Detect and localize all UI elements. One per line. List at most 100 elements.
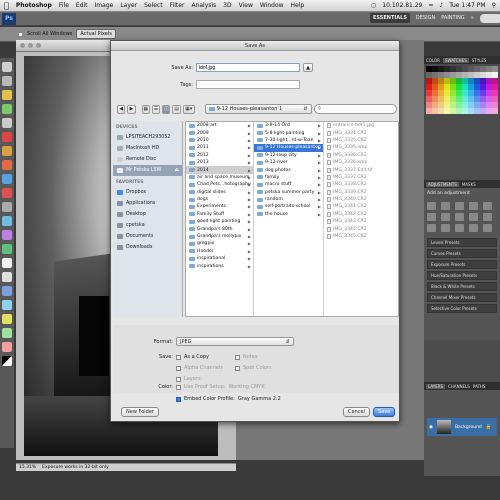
spotlight-icon[interactable]: ⚲ bbox=[492, 2, 496, 9]
sidebar-item-dropbox[interactable]: Dropbox bbox=[113, 187, 182, 198]
history-brush-icon[interactable] bbox=[2, 188, 12, 198]
layer-row[interactable]: ◉ Background 🔒 bbox=[427, 418, 497, 436]
threshold-icon[interactable] bbox=[455, 224, 464, 232]
save-as-input[interactable] bbox=[196, 63, 300, 72]
folder-row[interactable]: 2011 ▶ bbox=[186, 144, 253, 151]
brightness-icon[interactable] bbox=[427, 202, 436, 210]
file-row[interactable]: IMG_3335.CR2 bbox=[324, 137, 398, 144]
menu-help[interactable]: Help bbox=[291, 2, 305, 9]
list-view-button[interactable]: ☰ bbox=[151, 104, 161, 114]
swatch[interactable] bbox=[492, 108, 498, 114]
folder-row[interactable]: 2012 ▶ bbox=[186, 152, 253, 159]
sidebar-item-computer[interactable]: LPSITEACH293052 bbox=[113, 132, 182, 143]
eraser-tool-icon[interactable] bbox=[2, 202, 12, 212]
type-tool-icon[interactable] bbox=[2, 272, 12, 282]
tags-input[interactable] bbox=[196, 80, 300, 89]
gradient-tool-icon[interactable] bbox=[2, 216, 12, 226]
eyedropper-tool-icon[interactable] bbox=[2, 132, 12, 142]
sidebar-item-home[interactable]: cpetska bbox=[113, 220, 182, 231]
invert-icon[interactable] bbox=[427, 224, 436, 232]
coverflow-view-button[interactable]: ▤ bbox=[172, 104, 181, 114]
file-row[interactable]: IMG_3343.CR2 bbox=[324, 218, 398, 225]
color-swatches-icon[interactable] bbox=[2, 356, 12, 366]
menu-select[interactable]: Select bbox=[144, 2, 163, 9]
folder-row[interactable]: Chad Pets...hotography ▶ bbox=[186, 181, 253, 188]
sidebar-item-desktop[interactable]: Desktop bbox=[113, 209, 182, 220]
tab-styles[interactable]: STYLES bbox=[472, 58, 487, 63]
app-menu[interactable]: Photoshop bbox=[16, 2, 52, 9]
hand-tool-icon[interactable] bbox=[2, 328, 12, 338]
file-row[interactable]: IMG_3336.CR2 bbox=[324, 152, 398, 159]
folder-row[interactable]: family ▶ bbox=[254, 174, 323, 181]
hue-sat-icon[interactable] bbox=[427, 213, 436, 221]
icon-view-button[interactable]: ▦ bbox=[141, 104, 150, 114]
posterize-icon[interactable] bbox=[441, 224, 450, 232]
tab-layers[interactable]: LAYERS bbox=[426, 383, 446, 389]
menu-image[interactable]: Image bbox=[95, 2, 114, 9]
expand-dialog-button[interactable]: ▲ bbox=[303, 63, 313, 72]
sidebar-item-macintosh-hd[interactable]: Macintosh HD bbox=[113, 143, 182, 154]
minimize-icon[interactable] bbox=[28, 43, 33, 48]
file-row[interactable]: IMG_3344.CR2 bbox=[324, 225, 398, 232]
folder-row[interactable]: digital slides ▶ bbox=[186, 189, 253, 196]
folder-row[interactable]: 3-9-14 Ord ▶ bbox=[254, 122, 323, 129]
zoom-tool-icon[interactable] bbox=[2, 342, 12, 352]
lasso-tool-icon[interactable] bbox=[2, 90, 12, 100]
folder-row[interactable]: 2008 art ▶ bbox=[186, 122, 253, 129]
file-row[interactable]: IMG_3340.CR2 bbox=[324, 196, 398, 203]
folder-row[interactable]: macro stuff ▶ bbox=[254, 181, 323, 188]
folder-row[interactable]: 2009 ▶ bbox=[186, 129, 253, 136]
folder-row[interactable]: dog photos ▶ bbox=[254, 166, 323, 173]
tab-color[interactable]: COLOR bbox=[426, 58, 440, 63]
vibrance-icon[interactable] bbox=[483, 202, 492, 210]
channel-mixer-icon[interactable] bbox=[483, 213, 492, 221]
preset-item[interactable]: Selective Color Presets bbox=[427, 304, 497, 313]
as-copy-checkbox[interactable] bbox=[176, 354, 181, 360]
folder-row[interactable]: the house ▶ bbox=[254, 211, 323, 218]
column-view-button[interactable]: ◫ bbox=[162, 104, 171, 114]
tab-adjustments[interactable]: ADJUSTMENTS bbox=[426, 181, 459, 187]
folder-row[interactable]: inspirational ▶ bbox=[186, 255, 253, 262]
preset-item[interactable]: Exposure Presets bbox=[427, 260, 497, 269]
sidebar-item-applications[interactable]: Applications bbox=[113, 198, 182, 209]
folder-row[interactable]: 7-30-light...nt-w-Toan ▶ bbox=[254, 137, 323, 144]
quick-select-tool-icon[interactable] bbox=[2, 104, 12, 114]
folder-row[interactable]: dogs ▶ bbox=[186, 196, 253, 203]
marquee-tool-icon[interactable] bbox=[2, 76, 12, 86]
selective-color-icon[interactable] bbox=[483, 224, 492, 232]
network-icon[interactable]: ○ bbox=[371, 2, 376, 9]
exposure-icon[interactable] bbox=[469, 202, 478, 210]
color-balance-icon[interactable] bbox=[441, 213, 450, 221]
scroll-all-checkbox[interactable] bbox=[18, 31, 23, 37]
preset-item[interactable]: Curves Presets bbox=[427, 249, 497, 258]
proof-setup-checkbox[interactable] bbox=[176, 384, 181, 390]
preset-item[interactable]: Levels Presets bbox=[427, 238, 497, 247]
alpha-checkbox[interactable] bbox=[176, 365, 181, 371]
format-select[interactable]: JPEG ⇵ bbox=[176, 337, 294, 346]
preset-item[interactable]: Black & White Presets bbox=[427, 282, 497, 291]
folder-row[interactable]: petska summer party ▶ bbox=[254, 189, 323, 196]
file-row[interactable]: IMG_3338.CR2 bbox=[324, 181, 398, 188]
spot-checkbox[interactable] bbox=[235, 365, 240, 371]
photo-filter-icon[interactable] bbox=[469, 213, 478, 221]
menu-filter[interactable]: Filter bbox=[170, 2, 185, 9]
file-row[interactable]: IMG_3339.CR2 bbox=[324, 189, 398, 196]
brush-tool-icon[interactable] bbox=[2, 160, 12, 170]
folder-row[interactable]: Grandpa's mollypix ▶ bbox=[186, 233, 253, 240]
path-select-icon[interactable] bbox=[2, 286, 12, 296]
tab-masks[interactable]: MASKS bbox=[462, 182, 476, 187]
menu-edit[interactable]: Edit bbox=[76, 2, 88, 9]
file-row[interactable]: IMG_3335.xmp bbox=[324, 144, 398, 151]
pen-tool-icon[interactable] bbox=[2, 258, 12, 268]
file-row[interactable]: IMG_3337.CR2 bbox=[324, 174, 398, 181]
folder-row[interactable]: Grandpa's 80th ▶ bbox=[186, 225, 253, 232]
folder-row[interactable]: Experiments ▶ bbox=[186, 203, 253, 210]
folder-row[interactable]: Family Stuff ▶ bbox=[186, 211, 253, 218]
sidebar-item-remote-disc[interactable]: Remote Disc bbox=[113, 154, 182, 165]
save-button[interactable]: Save bbox=[372, 407, 396, 417]
menu-view[interactable]: View bbox=[239, 2, 253, 9]
clone-tool-icon[interactable] bbox=[2, 174, 12, 184]
file-row[interactable]: IMG_3336.xmp bbox=[324, 159, 398, 166]
location-popup[interactable]: 9-12 Houses-pleasanton 1 ⇵ bbox=[204, 104, 312, 114]
zoom-icon[interactable] bbox=[36, 43, 41, 48]
